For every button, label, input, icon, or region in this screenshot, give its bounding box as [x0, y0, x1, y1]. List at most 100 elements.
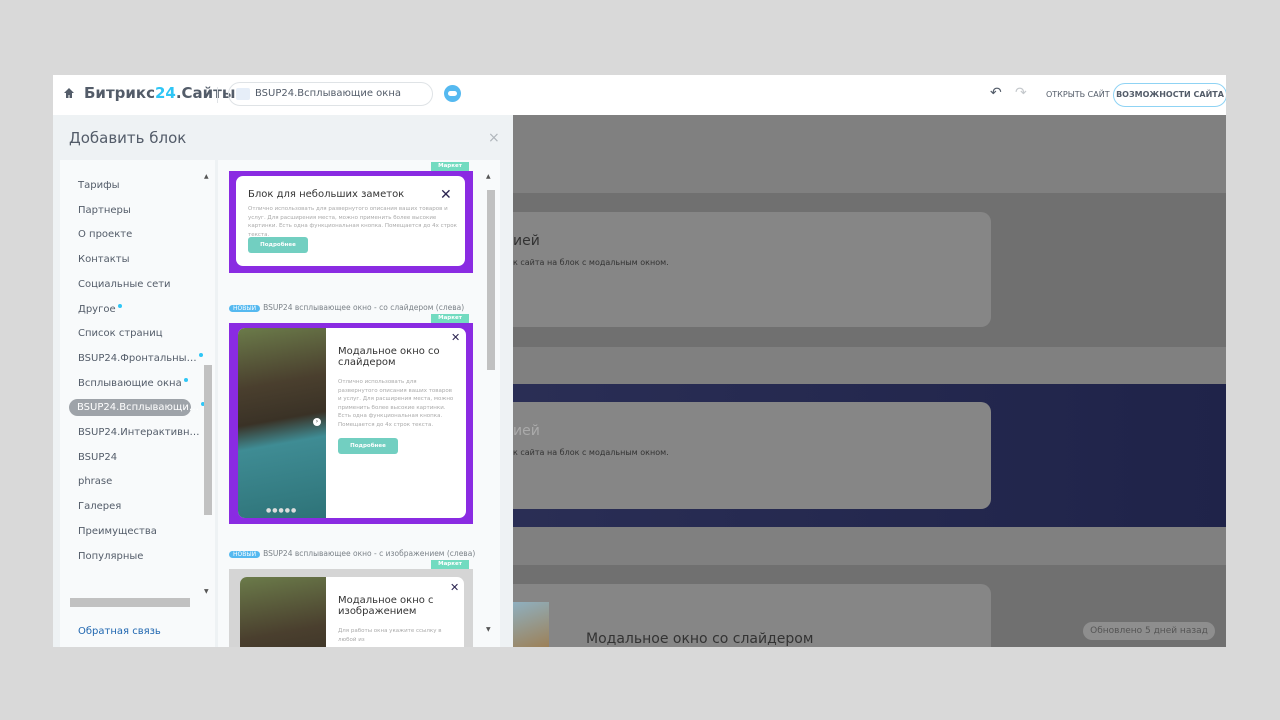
category-scrollbar[interactable] [204, 365, 212, 515]
category-item[interactable]: Другое [78, 303, 122, 315]
section-text: к сайта на блок с модальным окном. [513, 448, 669, 457]
category-item[interactable]: О проекте [78, 229, 132, 240]
section-title: ией [513, 423, 540, 439]
scroll-down-icon[interactable]: ▼ [486, 626, 491, 633]
category-label: Галерея [78, 501, 122, 513]
block-preview[interactable]: ✕ Модальное окно с изображением Для рабо… [229, 569, 473, 647]
section: ией к сайта на блок с модальным окном. [513, 193, 1226, 347]
category-label: BSUP24 [78, 451, 118, 463]
new-badge: НОВЫЙ [229, 551, 261, 558]
site-features-button[interactable]: ВОЗМОЖНОСТИ САЙТА [1113, 83, 1226, 107]
app-window: Битрикс24.Сайты BSUP24.Всплывающие окна … [53, 75, 1226, 647]
preview-button: Подробнее [248, 237, 308, 253]
home-icon[interactable] [63, 87, 75, 99]
category-label: Партнеры [78, 204, 131, 216]
category-item[interactable]: Всплывающие окна [78, 377, 188, 389]
open-site-link[interactable]: ОТКРЫТЬ САЙТ [1046, 90, 1110, 99]
scroll-down-icon[interactable]: ▼ [204, 588, 209, 595]
brand-num: 24 [154, 84, 176, 102]
category-label: Список страниц [78, 328, 163, 340]
category-item[interactable]: Популярные [78, 551, 143, 562]
section-card: Модальное окно со слайдером [513, 584, 991, 647]
preview-title: Модальное окно со слайдером [338, 346, 440, 368]
preview-title: Блок для небольших заметок [248, 189, 405, 200]
feedback-link[interactable]: Обратная связь [78, 626, 161, 637]
close-icon: ✕ [440, 187, 452, 203]
section-title: Модальное окно со слайдером [586, 631, 814, 647]
category-label: Всплывающие окна [78, 377, 182, 389]
market-badge: Маркет [431, 560, 469, 569]
brand-suffix: .Сайты [175, 84, 236, 102]
category-label: Тарифы [78, 180, 120, 191]
slider-dots: ●●●●● [266, 507, 298, 514]
close-icon: ✕ [450, 581, 460, 594]
category-item[interactable]: Партнеры [78, 205, 131, 216]
cloud-icon[interactable] [444, 85, 461, 102]
scroll-up-icon[interactable]: ▲ [486, 173, 491, 180]
category-label: phrase [78, 476, 113, 488]
preview-image [240, 577, 326, 647]
preview-title: Модальное окно с изображением [338, 595, 434, 617]
category-label: BSUP24.Интерактивн… [78, 427, 200, 438]
horizontal-scrollbar[interactable] [70, 598, 190, 607]
block-preview[interactable]: Блок для небольших заметок ✕ Отлично исп… [229, 171, 473, 273]
preview-desc: Отлично использовать для развернутого оп… [338, 379, 454, 428]
blocks-scrollbar[interactable] [487, 190, 495, 370]
brand-prefix: Битрикс [84, 84, 155, 102]
preview-card: ✕ Модальное окно с изображением Для рабо… [240, 577, 464, 647]
site-name: BSUP24.Всплывающие окна [255, 88, 401, 99]
category-label: Социальные сети [78, 278, 171, 290]
block-name: BSUP24 всплывающее окно - со слайдером (… [263, 303, 465, 312]
block-previews: Маркет Блок для небольших заметок ✕ Отли… [218, 160, 500, 647]
category-item[interactable]: BSUP24.Интерактивн… [78, 427, 200, 438]
category-label: О проекте [78, 229, 133, 241]
market-badge: Маркет [431, 314, 469, 323]
top-bar: Битрикс24.Сайты BSUP24.Всплывающие окна … [53, 75, 1226, 115]
panel-title: Добавить блок [69, 129, 187, 147]
close-icon[interactable]: × [488, 130, 500, 146]
section-title: ией [513, 233, 540, 249]
section-card: ией к сайта на блок с модальным окном. [513, 402, 991, 509]
category-item[interactable]: phrase [78, 476, 112, 487]
redo-icon[interactable]: ↷ [1015, 85, 1027, 101]
category-label: BSUP24.Фронтальны… [78, 352, 197, 364]
category-label: BSUP24.Всплывающи… [77, 402, 199, 414]
category-item[interactable]: Тарифы [78, 180, 120, 191]
category-item[interactable]: Список страниц [78, 328, 163, 339]
category-item[interactable]: Контакты [78, 254, 129, 265]
block-preview[interactable]: › ●●●●● ✕ Модальное окно со слайдером От… [229, 323, 473, 524]
preview-desc: Для работы окна укажите ссылку в любой и… [338, 628, 442, 643]
block-label: НОВЫЙ BSUP24 всплывающее окно - со слайде… [229, 303, 464, 312]
category-item[interactable]: Социальные сети [78, 279, 171, 290]
chevron-right-icon: › [313, 418, 321, 426]
scroll-up-icon[interactable]: ▲ [204, 173, 209, 180]
category-list: Тарифы Партнеры О проекте Контакты Социальны… [60, 160, 215, 647]
category-item[interactable]: BSUP24.Фронтальны… [78, 352, 203, 364]
category-item[interactable]: Галерея [78, 501, 121, 512]
updated-badge: Обновлено 5 дней назад [1083, 622, 1215, 640]
undo-icon[interactable]: ↶ [990, 85, 1002, 101]
close-icon: ✕ [451, 331, 461, 344]
section-card: ией к сайта на блок с модальным окном. [513, 212, 991, 327]
divider [217, 87, 218, 103]
market-badge: Маркет [431, 162, 469, 171]
preview-card: › ●●●●● ✕ Модальное окно со слайдером От… [238, 328, 466, 518]
new-dot-icon [198, 352, 203, 357]
brand-logo[interactable]: Битрикс24.Сайты [84, 84, 235, 102]
new-badge: НОВЫЙ [229, 305, 261, 312]
section: ией к сайта на блок с модальным окном. [513, 384, 1226, 527]
preview-button: Подробнее [338, 438, 398, 454]
site-selector[interactable]: BSUP24.Всплывающие окна [228, 82, 433, 106]
category-label: Популярные [78, 550, 144, 562]
page-preview-overlay: ией к сайта на блок с модальным окном. и… [513, 115, 1226, 647]
site-icon [236, 88, 250, 100]
category-label: Контакты [78, 254, 130, 266]
category-item[interactable]: BSUP24 [78, 452, 117, 463]
category-item[interactable]: BSUP24.Всплывающи… [69, 399, 205, 417]
category-label: Другое [78, 303, 116, 315]
section-image [513, 602, 549, 647]
category-item[interactable]: Преимущества [78, 526, 157, 537]
block-name: BSUP24 всплывающее окно - с изображением… [263, 549, 476, 558]
section-text: к сайта на блок с модальным окном. [513, 258, 669, 267]
preview-desc: Отлично использовать для развернутого оп… [248, 206, 457, 238]
